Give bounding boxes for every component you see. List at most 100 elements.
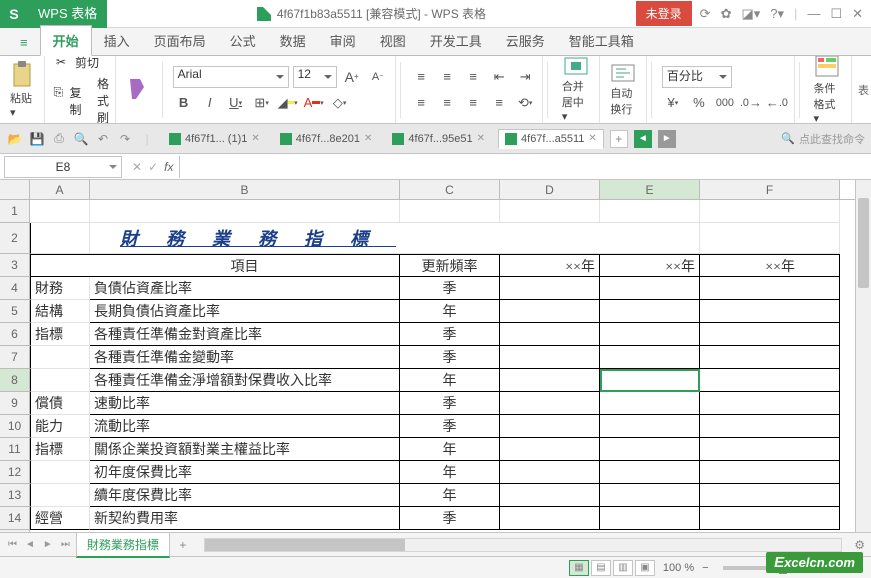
cell[interactable] (700, 277, 840, 300)
cell[interactable] (600, 300, 700, 323)
row-header[interactable]: 13 (0, 484, 29, 507)
cell[interactable] (600, 484, 700, 507)
row-header[interactable]: 11 (0, 438, 29, 461)
conditional-format-button[interactable]: 条件格式 ▾ (810, 56, 846, 124)
tab-nav-right[interactable]: ► (658, 130, 676, 148)
settings-icon[interactable]: ✿ (721, 6, 732, 22)
col-header-d[interactable]: D (500, 180, 600, 199)
skin-icon[interactable]: ◪▾ (741, 6, 760, 22)
row-header[interactable]: 5 (0, 300, 29, 323)
cell[interactable] (30, 484, 90, 507)
maximize-button[interactable]: ☐ (830, 6, 842, 22)
sheet-nav-prev[interactable]: ◄ (23, 539, 37, 550)
align-bottom-button[interactable]: ≡ (462, 66, 484, 88)
format-painter-lg[interactable] (122, 75, 152, 105)
name-box[interactable]: E8 (4, 156, 122, 178)
percent-button[interactable]: % (688, 92, 710, 114)
new-tab-button[interactable]: + (610, 130, 628, 148)
font-name-select[interactable]: Arial (173, 66, 289, 88)
orientation-button[interactable]: ⟲▾ (514, 92, 536, 114)
cell[interactable]: ××年 (600, 254, 700, 277)
cell[interactable]: 年 (400, 461, 500, 484)
sheet-tab-active[interactable]: 財務業務指標 (76, 532, 170, 558)
ribbon-tab-review[interactable]: 审阅 (318, 26, 368, 55)
view-normal-button[interactable]: ▦ (569, 560, 589, 576)
row-header[interactable]: 10 (0, 415, 29, 438)
cell[interactable] (700, 415, 840, 438)
align-left-button[interactable]: ≡ (410, 92, 432, 114)
cell[interactable]: 長期負債佔資產比率 (90, 300, 400, 323)
cell[interactable]: 速動比率 (90, 392, 400, 415)
cell[interactable]: 償債 (30, 392, 90, 415)
spreadsheet-grid[interactable]: A B C D E F 1 2 3 4 5 6 7 8 9 10 11 12 1… (0, 180, 871, 532)
close-tab-icon[interactable]: ✕ (477, 133, 485, 144)
italic-button[interactable]: I (199, 92, 221, 114)
fx-button[interactable]: fx (164, 160, 173, 174)
font-size-select[interactable]: 12 (293, 66, 337, 88)
indent-left-button[interactable]: ⇤ (488, 66, 510, 88)
sheet-nav-first[interactable]: ⏮ (6, 539, 19, 550)
qat-preview-icon[interactable]: 🔍 (72, 130, 90, 148)
cell[interactable] (600, 200, 700, 223)
doc-tab-1[interactable]: 4f67f1... (1)1✕ (162, 129, 267, 149)
cell[interactable] (500, 369, 600, 392)
cell[interactable] (700, 392, 840, 415)
underline-button[interactable]: U▾ (225, 92, 247, 114)
cell[interactable] (700, 369, 840, 392)
format-painter-button[interactable]: 格式刷 (97, 75, 109, 124)
cell[interactable]: 負債佔資產比率 (90, 277, 400, 300)
cell[interactable] (500, 277, 600, 300)
vertical-scrollbar[interactable] (855, 180, 871, 532)
login-button[interactable]: 未登录 (636, 1, 692, 26)
col-header-e[interactable]: E (600, 180, 700, 199)
ribbon-tab-dev[interactable]: 开发工具 (418, 26, 494, 55)
minimize-button[interactable]: — (807, 6, 820, 21)
cell[interactable] (600, 323, 700, 346)
qat-open-icon[interactable]: 📂 (6, 130, 24, 148)
zoom-out-button[interactable]: − (702, 562, 708, 574)
merge-center-button[interactable]: 合并居中 ▾ (558, 56, 594, 124)
cell[interactable] (700, 346, 840, 369)
cell[interactable] (500, 461, 600, 484)
cell[interactable] (500, 507, 600, 530)
border-button[interactable]: ⊞▾ (251, 92, 273, 114)
cell[interactable] (600, 369, 700, 392)
cell[interactable] (700, 507, 840, 530)
cell[interactable] (600, 461, 700, 484)
cell[interactable]: 年 (400, 438, 500, 461)
cell[interactable] (500, 223, 600, 254)
sheet-nav-next[interactable]: ► (41, 539, 55, 550)
ribbon-tab-view[interactable]: 视图 (368, 26, 418, 55)
cell[interactable] (500, 415, 600, 438)
cell[interactable]: 指標 (30, 323, 90, 346)
cell[interactable]: 各種責任準備金淨增額對保費收入比率 (90, 369, 400, 392)
cell[interactable]: 年 (400, 484, 500, 507)
cell[interactable] (700, 223, 840, 254)
view-reading-button[interactable]: ▣ (635, 560, 655, 576)
horizontal-scrollbar[interactable] (204, 538, 842, 552)
cell[interactable] (30, 346, 90, 369)
row-header[interactable]: 6 (0, 323, 29, 346)
scrollbar-thumb[interactable] (205, 539, 405, 551)
cell[interactable]: 初年度保費比率 (90, 461, 400, 484)
cell[interactable]: 項目 (90, 254, 400, 277)
cell[interactable]: 季 (400, 392, 500, 415)
number-format-select[interactable]: 百分比 (662, 66, 732, 88)
fill-color-button[interactable]: ◢▾ (277, 92, 299, 114)
cell[interactable] (400, 223, 500, 254)
cell[interactable] (700, 438, 840, 461)
cell[interactable] (600, 415, 700, 438)
align-right-button[interactable]: ≡ (462, 92, 484, 114)
row-header[interactable]: 8 (0, 369, 29, 392)
col-header-b[interactable]: B (90, 180, 400, 199)
settings-small-icon[interactable]: ⚙ (854, 538, 865, 552)
zoom-level[interactable]: 100 % (663, 562, 694, 574)
command-search[interactable]: 🔍点此查找命令 (781, 131, 865, 147)
row-header[interactable]: 14 (0, 507, 29, 530)
file-menu[interactable]: ≡ (8, 30, 40, 55)
cell[interactable] (700, 461, 840, 484)
cell[interactable]: 流動比率 (90, 415, 400, 438)
sheet-title-cell[interactable]: 財務業務指標 (90, 223, 400, 254)
add-sheet-button[interactable]: + (174, 536, 192, 554)
cell[interactable]: 各種責任準備金對資產比率 (90, 323, 400, 346)
